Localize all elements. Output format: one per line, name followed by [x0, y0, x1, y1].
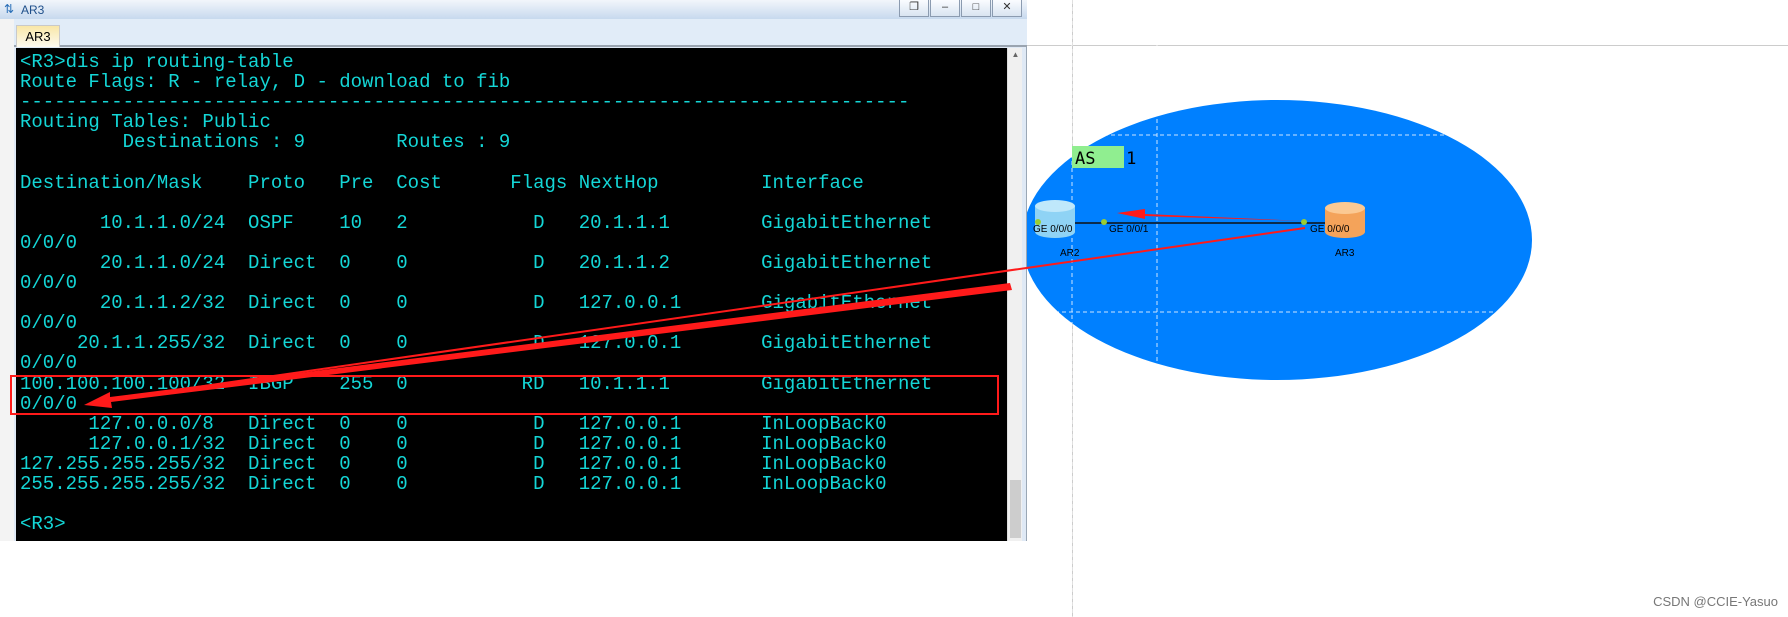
arrow-to-ar2	[1117, 209, 1305, 221]
arrow-to-route	[84, 283, 1012, 408]
annotation-arrows	[84, 209, 1306, 408]
